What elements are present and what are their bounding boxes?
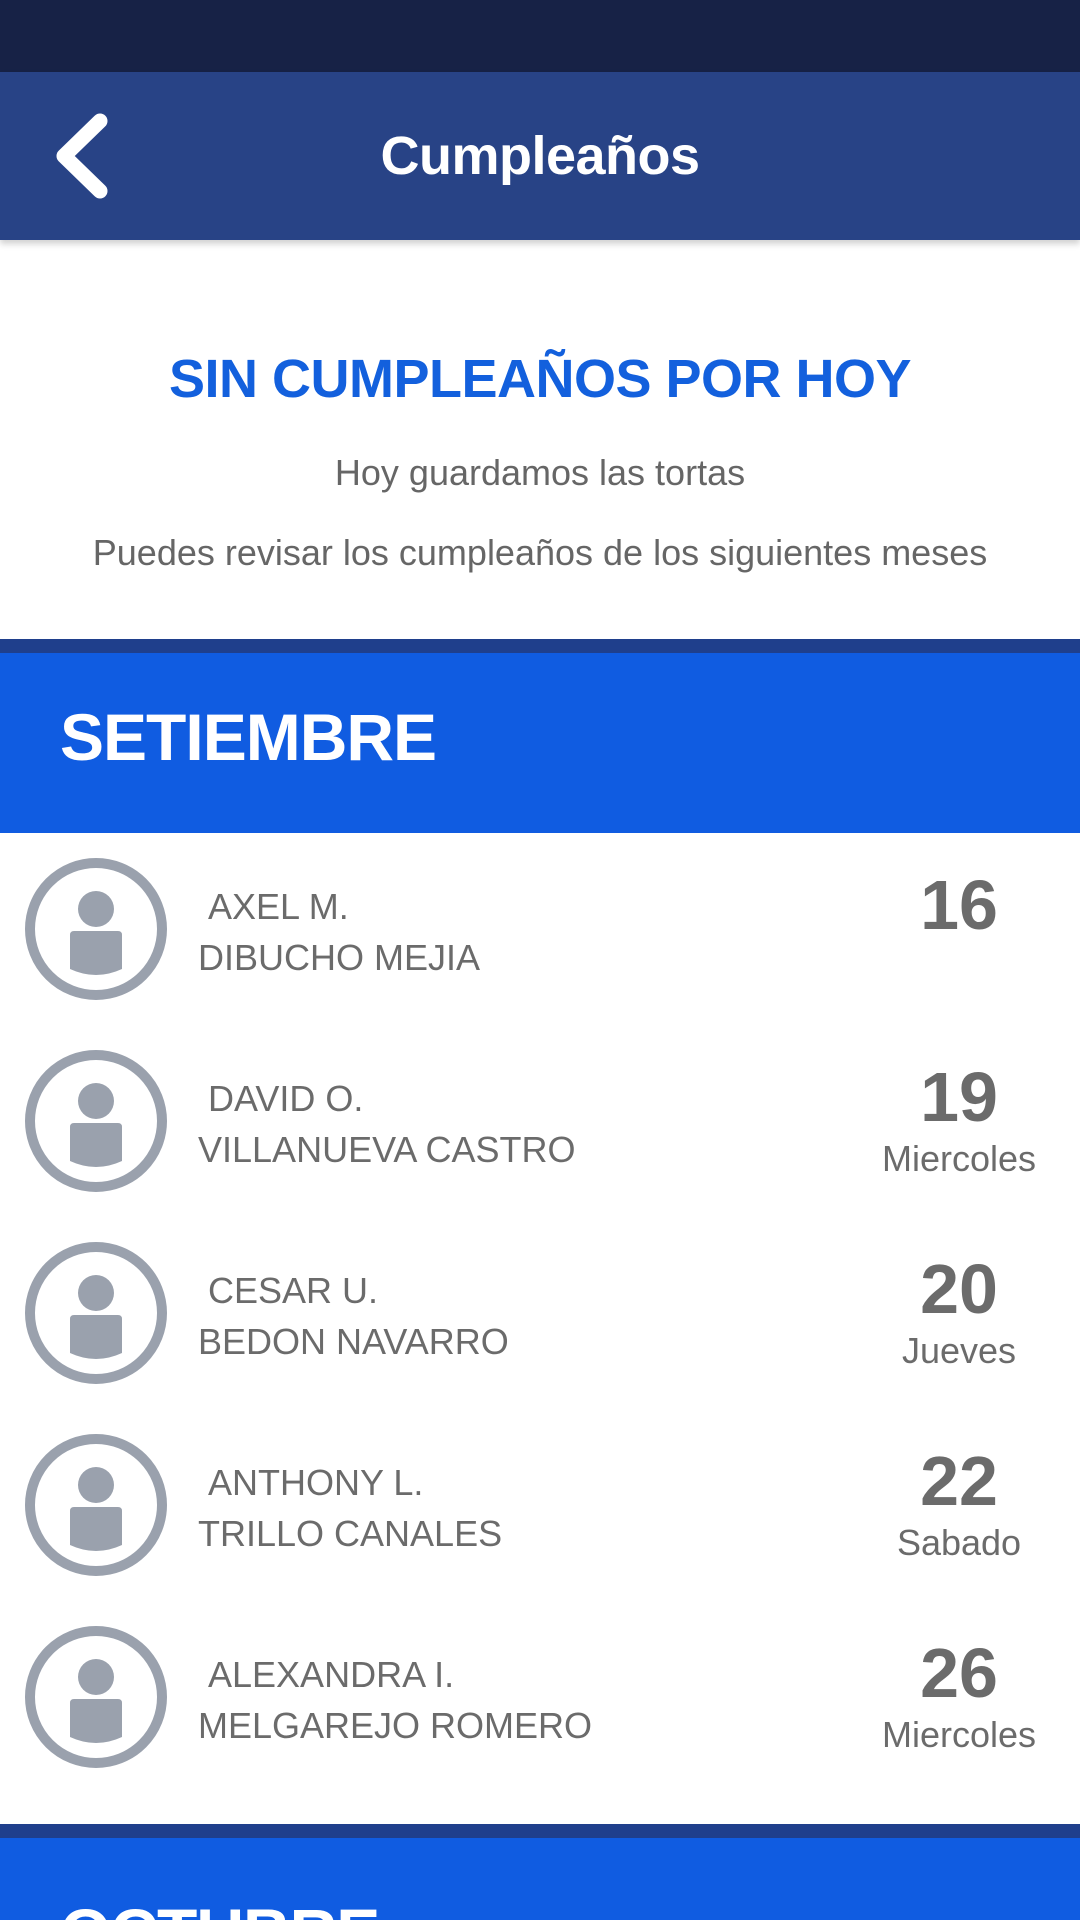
avatar	[24, 1625, 168, 1769]
user-placeholder-icon	[25, 1242, 167, 1384]
birthday-date: 22 Sabado	[874, 1443, 1044, 1567]
day-number: 26	[920, 1634, 998, 1712]
weekday: Sabado	[896, 1522, 1022, 1563]
first-name: ANTHONY L.	[208, 1462, 424, 1503]
last-name: BEDON NAVARRO	[198, 1321, 509, 1362]
user-placeholder-icon	[25, 1434, 167, 1576]
weekday: Miercoles	[881, 1138, 1037, 1179]
birthday-row[interactable]: AXEL M. DIBUCHO MEJIA 16	[0, 833, 1080, 1025]
birthday-row[interactable]: ALEXANDRA I. MELGAREJO ROMERO 26 Miercol…	[0, 1601, 1080, 1793]
month-header-setiembre: SETIEMBRE	[0, 639, 1080, 833]
avatar	[24, 1049, 168, 1193]
first-name: CESAR U.	[208, 1270, 379, 1311]
person-name: ANTHONY L. TRILLO CANALES	[198, 1457, 502, 1559]
empty-state-title: SIN CUMPLEAÑOS POR HOY	[168, 349, 912, 409]
first-name: ALEXANDRA I.	[208, 1654, 455, 1695]
user-placeholder-icon	[25, 1050, 167, 1192]
day-number: 20	[920, 1250, 998, 1328]
page-title: Cumpleaños	[380, 126, 700, 186]
month-header-octubre: OCTUBRE	[0, 1824, 1080, 1920]
last-name: VILLANUEVA CASTRO	[198, 1129, 576, 1170]
last-name: MELGAREJO ROMERO	[198, 1705, 593, 1746]
month-label: SETIEMBRE	[60, 700, 437, 774]
birthday-date: 26 Miercoles	[874, 1635, 1044, 1759]
month-label: OCTUBRE	[60, 1894, 380, 1920]
last-name: DIBUCHO MEJIA	[198, 937, 481, 978]
day-number: 16	[920, 866, 998, 944]
day-number: 22	[920, 1442, 998, 1520]
user-placeholder-icon	[25, 858, 167, 1000]
birthday-row[interactable]: CESAR U. BEDON NAVARRO 20 Jueves	[0, 1217, 1080, 1409]
weekday: Jueves	[901, 1330, 1017, 1371]
empty-state-message: Hoy guardamos las tortas	[334, 452, 746, 493]
avatar	[24, 857, 168, 1001]
first-name: DAVID O.	[208, 1078, 364, 1119]
empty-state-hint: Puedes revisar los cumpleaños de los sig…	[92, 532, 988, 573]
no-birthdays-today-panel: SIN CUMPLEAÑOS POR HOY Hoy guardamos las…	[0, 240, 1080, 638]
person-name: DAVID O. VILLANUEVA CASTRO	[198, 1073, 575, 1175]
app-header: Cumpleaños	[0, 72, 1080, 240]
person-name: ALEXANDRA I. MELGAREJO ROMERO	[198, 1649, 592, 1751]
status-bar	[0, 0, 1080, 72]
birthday-date: 20 Jueves	[874, 1251, 1044, 1375]
avatar	[24, 1241, 168, 1385]
weekday: Miercoles	[881, 1714, 1037, 1755]
birthday-date: 16	[874, 867, 1044, 943]
day-number: 19	[920, 1058, 998, 1136]
avatar	[24, 1433, 168, 1577]
last-name: TRILLO CANALES	[198, 1513, 503, 1554]
person-name: AXEL M. DIBUCHO MEJIA	[198, 881, 480, 983]
birthday-date: 19 Miercoles	[874, 1059, 1044, 1183]
birthday-row[interactable]: DAVID O. VILLANUEVA CASTRO 19 Miercoles	[0, 1025, 1080, 1217]
user-placeholder-icon	[25, 1626, 167, 1768]
first-name: AXEL M.	[208, 886, 349, 927]
birthday-row[interactable]: ANTHONY L. TRILLO CANALES 22 Sabado	[0, 1409, 1080, 1601]
person-name: CESAR U. BEDON NAVARRO	[198, 1265, 509, 1367]
